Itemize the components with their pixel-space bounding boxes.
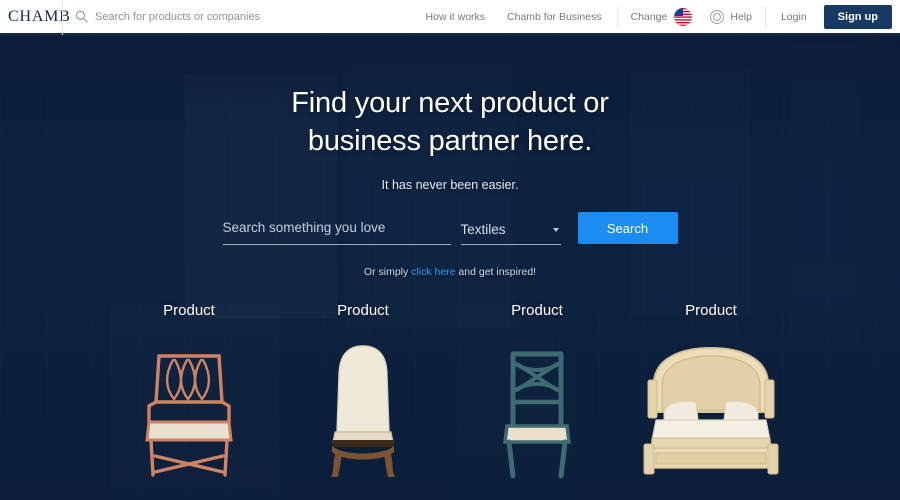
armchair-icon <box>102 329 276 479</box>
hero-content: Find your next product or business partn… <box>0 36 900 479</box>
bed-icon <box>624 329 798 479</box>
product-title: Product <box>337 302 389 319</box>
hero-search-bar: Textiles Search <box>222 212 678 245</box>
hero-title: Find your next product or business partn… <box>0 84 900 160</box>
help-label: Help <box>730 10 752 23</box>
inspire-link[interactable]: click here <box>411 266 455 278</box>
change-label: Change <box>630 10 668 23</box>
hero-search-button[interactable]: Search <box>577 212 678 244</box>
language-switcher[interactable]: Change <box>622 7 702 26</box>
teal-chair-icon <box>450 329 624 479</box>
help-circle-icon <box>710 9 725 24</box>
nav-chamb-for-business[interactable]: Chamb for Business <box>496 0 613 35</box>
product-title: Product <box>511 302 563 319</box>
hero-title-line-2: business partner here. <box>307 125 593 157</box>
help-link[interactable]: Help <box>701 9 761 24</box>
product-list: Product Product Product Product <box>0 302 900 479</box>
product-card[interactable]: Product <box>276 302 450 479</box>
nav-divider-1 <box>616 5 618 28</box>
site-logo[interactable]: CHAMB <box>0 8 70 26</box>
hero-section: Find your next product or business partn… <box>0 36 900 500</box>
hero-search-input[interactable] <box>222 220 451 235</box>
product-card[interactable]: Product <box>624 302 798 479</box>
nav-how-it-works[interactable]: How it works <box>415 0 497 35</box>
product-card[interactable]: Product <box>102 302 276 479</box>
product-card[interactable]: Product <box>450 302 624 479</box>
hero-title-line-1: Find your next product or <box>291 87 609 119</box>
us-flag-icon <box>674 7 693 26</box>
inspire-prefix: Or simply <box>363 266 412 278</box>
login-link[interactable]: Login <box>770 0 818 35</box>
hero-subtitle: It has never been easier. <box>381 178 519 192</box>
inspire-suffix: and get inspired! <box>455 266 537 278</box>
nav-divider-2 <box>764 5 766 28</box>
hero-category-select[interactable]: Textiles <box>460 222 561 245</box>
side-chair-icon <box>276 329 450 479</box>
header-right-nav: How it works Chamb for Business Change H… <box>415 0 900 35</box>
product-title: Product <box>163 302 215 319</box>
product-title: Product <box>685 302 737 319</box>
signup-button[interactable]: Sign up <box>823 4 892 29</box>
hero-keyword-field[interactable] <box>222 219 451 245</box>
search-input[interactable] <box>95 10 325 23</box>
header-search[interactable] <box>63 10 325 23</box>
hero-category-value: Textiles <box>460 222 506 237</box>
inspire-text: Or simply click here and get inspired! <box>0 266 900 278</box>
top-header: CHAMB How it works Chamb for Business Ch… <box>0 0 900 36</box>
chevron-down-icon <box>552 227 559 232</box>
search-icon <box>75 10 88 23</box>
